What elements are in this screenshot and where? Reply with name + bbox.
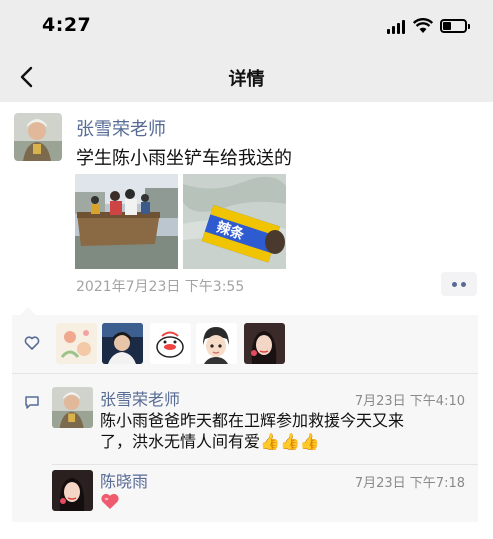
commenter-avatar[interactable] [52,387,93,428]
box-arrow [20,307,36,315]
thumbs-up-emoji: 👍👍👍 [260,432,320,451]
post-timestamp: 2021年7月23日 下午3:55 [76,279,245,295]
comment-time: 7月23日 下午7:18 [354,476,465,491]
heart-emoji-icon [101,493,119,509]
heart-outline-icon [24,336,40,350]
wifi-icon [413,18,433,33]
commenter-name[interactable]: 陈晓雨 [100,468,148,492]
signal-icon [387,20,405,34]
comment-time: 7月23日 下午4:10 [354,394,465,409]
liker-avatar[interactable] [150,323,191,364]
post-author-name[interactable]: 张雪荣老师 [76,115,166,141]
commenter-name[interactable]: 张雪荣老师 [100,386,180,410]
status-bar: 4:27 [0,0,493,52]
battery-icon [440,19,470,33]
comment-divider [52,464,478,465]
liker-avatar[interactable] [56,323,97,364]
liker-avatar[interactable] [102,323,143,364]
photo-loader-rescue[interactable] [75,174,178,269]
likes-divider [12,373,478,374]
liker-avatar[interactable] [196,323,237,364]
interaction-box: 张雪荣老师 7月23日 下午4:10 陈小雨爸爸昨天都在卫辉参加救援今天又来 了… [12,315,478,522]
comment-text: 陈小雨爸爸昨天都在卫辉参加救援今天又来 了，洪水无情人间有爱👍👍👍 [100,410,470,452]
more-options-button[interactable] [441,272,477,296]
status-icons [387,18,470,36]
photo-water-snacks[interactable]: 辣条 [183,174,286,269]
liker-avatar[interactable] [244,323,285,364]
page-title: 详情 [228,69,265,90]
post-text: 学生陈小雨坐铲车给我送的 [76,148,292,169]
comment-bubble-icon [25,396,39,409]
nav-bar: 详情 [0,52,493,102]
comment-line-1: 陈小雨爸爸昨天都在卫辉参加救援今天又来 [100,411,405,430]
author-avatar[interactable] [14,113,62,161]
comment-line-2-text: 了，洪水无情人间有爱 [100,432,261,451]
status-time: 4:27 [42,14,92,36]
comment-line-2: 了，洪水无情人间有爱👍👍👍 [100,431,470,452]
commenter-avatar[interactable] [52,470,93,511]
